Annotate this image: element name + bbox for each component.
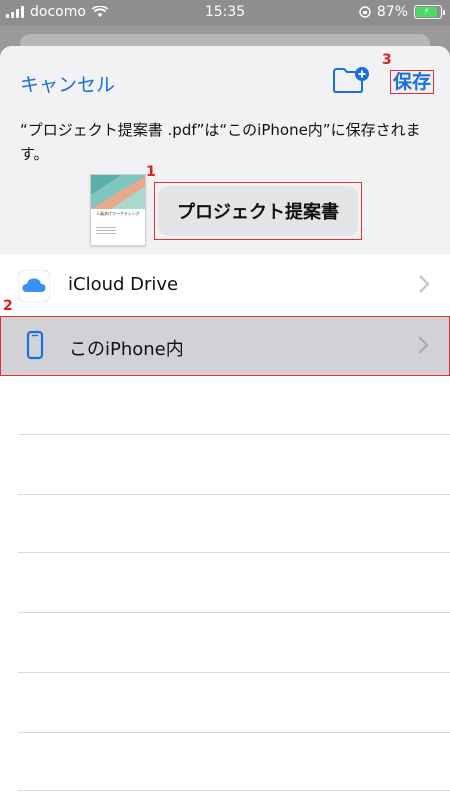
thumbnail-lines xyxy=(96,227,116,236)
icloud-icon xyxy=(18,270,50,302)
new-folder-icon[interactable] xyxy=(332,66,370,94)
row-separator xyxy=(18,732,450,733)
battery-icon: ⚡ xyxy=(414,5,445,19)
chevron-right-icon xyxy=(418,336,429,354)
save-sheet: キャンセル 3 保存 “プロジェクト提案書 .pdf”は“このiPhone内”に… xyxy=(0,46,450,800)
location-label: iCloud Drive xyxy=(68,274,179,295)
row-separator xyxy=(18,434,450,435)
thumbnail-title: 人員あけマーケティング xyxy=(96,211,140,216)
row-separator xyxy=(18,672,450,673)
marker-two: 2 xyxy=(3,298,13,314)
save-message: “プロジェクト提案書 .pdf”は“このiPhone内”に保存されます。 xyxy=(20,121,421,163)
row-separator xyxy=(18,552,450,553)
sheet-header: キャンセル 3 保存 “プロジェクト提案書 .pdf”は“このiPhone内”に… xyxy=(0,46,450,254)
marker-three: 3 xyxy=(382,52,392,68)
marker-one: 1 xyxy=(146,164,156,180)
filename-field[interactable]: プロジェクト提案書 xyxy=(158,186,358,236)
thumbnail-graphic xyxy=(91,175,145,209)
chevron-right-icon xyxy=(419,275,430,293)
row-separator xyxy=(18,494,450,495)
status-bar: docomo 15:35 87% ⚡ xyxy=(0,0,450,26)
battery-percent: 87% xyxy=(376,4,408,20)
iphone-icon xyxy=(26,330,44,360)
row-separator xyxy=(18,612,450,613)
location-label: このiPhone内 xyxy=(69,339,184,360)
orientation-lock-icon xyxy=(359,6,371,18)
location-row-iphone[interactable]: このiPhone内 xyxy=(0,316,450,376)
battery-level: ⚡ xyxy=(416,7,437,17)
location-row-icloud[interactable]: iCloud Drive xyxy=(0,256,450,316)
document-thumbnail: 人員あけマーケティング xyxy=(90,174,146,246)
battery-group: 87% ⚡ xyxy=(359,4,445,20)
row-separator xyxy=(18,790,450,791)
cancel-button[interactable]: キャンセル xyxy=(20,70,115,97)
save-button[interactable]: 保存 xyxy=(390,70,435,94)
